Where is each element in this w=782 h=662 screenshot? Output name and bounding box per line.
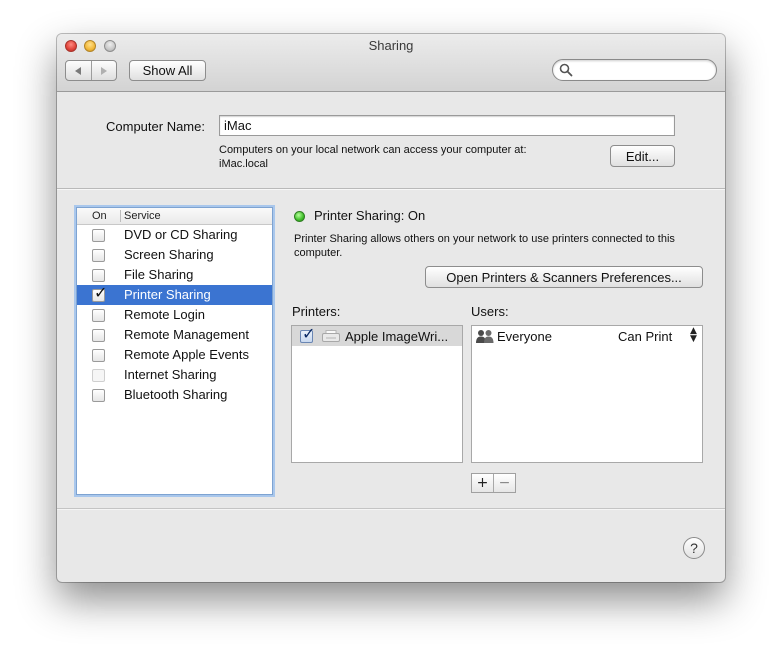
checkmark-icon: ✓ xyxy=(94,283,108,302)
user-row[interactable]: Everyone Can Print ▲ ▼ xyxy=(472,326,702,346)
service-row-printer-sharing[interactable]: ✓ Printer Sharing xyxy=(77,285,272,305)
service-row-dvd-or-cd-sharing[interactable]: DVD or CD Sharing xyxy=(77,225,272,245)
service-checkbox[interactable] xyxy=(92,229,105,242)
printer-icon xyxy=(322,330,340,342)
service-row-remote-management[interactable]: Remote Management xyxy=(77,325,272,345)
service-label: Bluetooth Sharing xyxy=(124,387,228,402)
service-checkbox[interactable] xyxy=(92,309,105,322)
permission-popup[interactable]: Can Print xyxy=(618,329,672,344)
edit-button[interactable]: Edit... xyxy=(610,145,675,167)
service-label: File Sharing xyxy=(124,267,194,282)
service-row-remote-login[interactable]: Remote Login xyxy=(77,305,272,325)
service-label: Screen Sharing xyxy=(124,247,214,262)
back-button[interactable] xyxy=(66,61,91,80)
back-forward-control xyxy=(65,60,117,81)
computer-name-description: Computers on your local network can acce… xyxy=(219,143,527,171)
add-remove-control: + − xyxy=(471,473,516,493)
service-label: Internet Sharing xyxy=(124,367,217,382)
checkmark-icon: ✓ xyxy=(302,324,316,343)
show-all-button[interactable]: Show All xyxy=(129,60,206,81)
description-line: Computers on your local network can acce… xyxy=(219,144,527,156)
service-checkbox[interactable] xyxy=(92,329,105,342)
column-divider xyxy=(120,210,121,222)
add-user-button[interactable]: + xyxy=(472,474,493,492)
printer-name: Apple ImageWri... xyxy=(345,329,449,344)
service-label: Printer Sharing xyxy=(124,287,211,302)
service-label: Remote Management xyxy=(124,327,250,342)
column-header-service[interactable]: Service xyxy=(124,208,161,224)
printers-label: Printers: xyxy=(292,304,341,319)
service-row-remote-apple-events[interactable]: Remote Apple Events xyxy=(77,345,272,365)
service-checkbox xyxy=(92,369,105,382)
forward-button[interactable] xyxy=(90,61,117,80)
back-arrow-icon xyxy=(75,66,82,75)
service-status: Printer Sharing: On xyxy=(314,208,426,223)
users-list[interactable]: Everyone Can Print ▲ ▼ xyxy=(471,325,703,463)
computer-name-section: Computer Name: iMac Computers on your lo… xyxy=(57,92,725,189)
title-bar: Sharing Show All xyxy=(57,34,725,92)
computer-name-field[interactable]: iMac xyxy=(219,115,675,136)
window-title: Sharing xyxy=(368,38,414,53)
column-header-on[interactable]: On xyxy=(92,208,107,224)
local-hostname: iMac.local xyxy=(219,158,268,170)
forward-arrow-icon xyxy=(100,66,107,75)
service-label: DVD or CD Sharing xyxy=(124,227,238,242)
service-description: Printer Sharing allows others on your ne… xyxy=(294,233,675,259)
service-checkbox[interactable] xyxy=(92,389,105,402)
service-checkbox[interactable]: ✓ xyxy=(92,285,107,302)
service-checkbox[interactable] xyxy=(92,349,105,362)
printers-list[interactable]: ✓ Apple ImageWri... xyxy=(291,325,463,463)
updown-arrows-icon[interactable]: ▲ ▼ xyxy=(690,327,697,344)
service-row-file-sharing[interactable]: File Sharing xyxy=(77,265,272,285)
group-icon xyxy=(476,330,494,343)
open-printers-scanners-button[interactable]: Open Printers & Scanners Preferences... xyxy=(425,266,703,288)
sharing-window: Sharing Show All Computer Name: iMac Com… xyxy=(57,34,725,582)
search-field[interactable] xyxy=(552,59,717,81)
service-checkbox[interactable] xyxy=(92,269,105,282)
help-button[interactable]: ? xyxy=(683,537,705,559)
remove-user-button[interactable]: − xyxy=(493,474,515,492)
search-icon xyxy=(559,63,573,77)
printer-checkbox[interactable]: ✓ xyxy=(300,326,315,343)
service-row-screen-sharing[interactable]: Screen Sharing xyxy=(77,245,272,265)
printer-row[interactable]: ✓ Apple ImageWri... xyxy=(292,326,462,346)
service-checkbox[interactable] xyxy=(92,249,105,262)
service-label: Remote Login xyxy=(124,307,205,322)
user-name: Everyone xyxy=(497,329,552,344)
service-list-header: On Service xyxy=(77,208,272,225)
status-indicator-icon xyxy=(294,211,305,222)
divider xyxy=(57,508,725,509)
service-label: Remote Apple Events xyxy=(124,347,250,362)
service-list[interactable]: On Service DVD or CD Sharing Screen Shar… xyxy=(76,207,273,495)
users-label: Users: xyxy=(471,304,509,319)
service-row-bluetooth-sharing[interactable]: Bluetooth Sharing xyxy=(77,385,272,405)
service-row-internet-sharing[interactable]: Internet Sharing xyxy=(77,365,272,385)
computer-name-label: Computer Name: xyxy=(106,119,205,134)
